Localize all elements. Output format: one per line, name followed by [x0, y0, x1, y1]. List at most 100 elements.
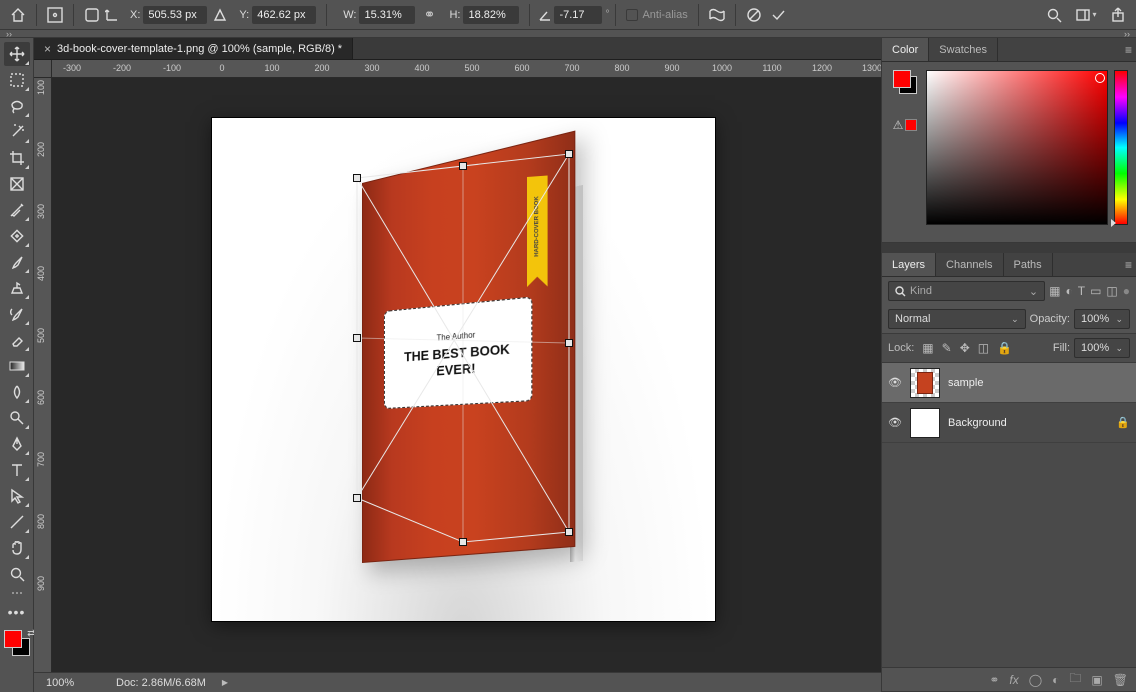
status-menu-icon[interactable]: ▶ — [222, 678, 228, 687]
layer-thumb[interactable] — [910, 368, 940, 398]
y-input[interactable] — [252, 6, 316, 24]
antialias-field[interactable]: Anti-alias — [626, 9, 687, 21]
eraser-tool[interactable] — [4, 328, 30, 352]
frame-tool[interactable] — [4, 172, 30, 196]
foreground-color-swatch[interactable] — [4, 630, 22, 648]
blend-mode-select[interactable]: Normal ⌄ — [888, 309, 1026, 329]
ruler-horizontal[interactable]: -300-200-1000100200300400500600700800900… — [52, 60, 881, 78]
tab-paths[interactable]: Paths — [1004, 253, 1053, 276]
search-icon[interactable] — [1042, 4, 1066, 26]
lock-position-icon[interactable]: ✥ — [960, 341, 970, 355]
tab-swatches[interactable]: Swatches — [929, 38, 998, 61]
layer-row[interactable]: 👁 Background 🔒 — [882, 403, 1136, 443]
smart-filter-icon[interactable]: ◫ — [1106, 284, 1117, 298]
trash-icon[interactable]: 🗑 — [1113, 673, 1128, 687]
tab-channels[interactable]: Channels — [936, 253, 1003, 276]
transform-xy-icon[interactable] — [104, 4, 120, 26]
clone-stamp-tool[interactable] — [4, 276, 30, 300]
new-layer-icon[interactable]: ▣ — [1091, 673, 1102, 687]
share-icon[interactable] — [1106, 4, 1130, 26]
line-tool[interactable] — [4, 510, 30, 534]
color-cursor[interactable] — [1095, 73, 1105, 83]
warp-icon[interactable] — [705, 4, 729, 26]
blur-tool[interactable] — [4, 380, 30, 404]
zoom-tool[interactable] — [4, 562, 30, 586]
canvas[interactable]: HARD-COVER BOOK The Author THE BEST BOOK… — [52, 78, 881, 672]
gradient-tool[interactable] — [4, 354, 30, 378]
home-icon[interactable] — [6, 4, 30, 26]
lock-all-icon[interactable]: 🔒 — [997, 341, 1012, 355]
antialias-checkbox[interactable] — [626, 9, 638, 21]
ruler-vertical[interactable]: 100200300400500600700800900 — [34, 78, 52, 672]
workspace-icon[interactable]: ▾ — [1074, 4, 1098, 26]
brush-tool[interactable] — [4, 250, 30, 274]
angle-icon[interactable] — [536, 4, 554, 26]
lock-paint-icon[interactable]: ✎ — [942, 341, 952, 355]
fill-select[interactable]: 100% ⌄ — [1074, 338, 1130, 358]
transform-origin-icon[interactable] — [43, 4, 67, 26]
type-filter-icon[interactable]: T — [1078, 284, 1085, 298]
delta-icon[interactable] — [211, 4, 229, 26]
adjustment-icon[interactable]: ◐ — [1052, 673, 1059, 687]
cancel-transform-icon[interactable] — [742, 4, 766, 26]
adjust-filter-icon[interactable]: ◐ — [1065, 284, 1072, 298]
panel-menu-icon[interactable]: ≡ — [1125, 43, 1132, 57]
tab-layers[interactable]: Layers — [882, 253, 936, 276]
close-icon[interactable]: × — [44, 42, 51, 56]
layer-name[interactable]: sample — [948, 377, 983, 389]
lock-transparent-icon[interactable]: ▦ — [922, 341, 933, 355]
w-field: W: — [337, 6, 415, 24]
w-input[interactable] — [359, 6, 415, 24]
marquee-tool[interactable] — [4, 68, 30, 92]
fx-icon[interactable]: fx — [1009, 673, 1018, 687]
tab-color[interactable]: Color — [882, 38, 929, 61]
chevron-icon[interactable]: ›› — [6, 29, 12, 39]
pixel-filter-icon[interactable]: ▦ — [1049, 284, 1060, 298]
h-input[interactable] — [463, 6, 519, 24]
filter-toggle-icon[interactable]: ● — [1123, 284, 1130, 298]
lasso-tool[interactable] — [4, 94, 30, 118]
layer-filter-icons[interactable]: ▦ ◐ T ▭ ◫ ● — [1049, 284, 1130, 298]
ruler-origin[interactable] — [34, 60, 52, 78]
foreground-background-swatch[interactable]: ⇄ — [4, 630, 30, 656]
dodge-tool[interactable] — [4, 406, 30, 430]
commit-transform-icon[interactable] — [766, 4, 790, 26]
layer-thumb[interactable] — [910, 408, 940, 438]
magic-wand-tool[interactable] — [4, 120, 30, 144]
opacity-select[interactable]: 100% ⌄ — [1074, 309, 1130, 329]
gamut-warning-icon[interactable]: ⚠ — [893, 118, 918, 132]
angle-input[interactable] — [554, 6, 602, 24]
edit-toolbar-icon[interactable]: ••• — [4, 600, 30, 624]
layer-name[interactable]: Background — [948, 417, 1007, 429]
pen-tool[interactable] — [4, 432, 30, 456]
history-brush-tool[interactable] — [4, 302, 30, 326]
group-icon[interactable]: 🗀 — [1069, 669, 1081, 690]
fg-color[interactable] — [893, 70, 911, 88]
panel-menu-icon[interactable]: ≡ — [1125, 258, 1132, 272]
artboard[interactable]: HARD-COVER BOOK The Author THE BEST BOOK… — [212, 118, 715, 621]
visibility-icon[interactable]: 👁 — [888, 376, 902, 389]
reference-point-icon[interactable] — [80, 4, 104, 26]
document-tab[interactable]: × 3d-book-cover-template-1.png @ 100% (s… — [34, 38, 353, 59]
color-swatch-stack[interactable] — [893, 70, 917, 94]
type-tool[interactable] — [4, 458, 30, 482]
healing-brush-tool[interactable] — [4, 224, 30, 248]
shape-filter-icon[interactable]: ▭ — [1090, 284, 1101, 298]
lock-artboard-icon[interactable]: ◫ — [978, 341, 989, 355]
crop-tool[interactable] — [4, 146, 30, 170]
link-wh-icon[interactable]: ⚭ — [419, 4, 439, 26]
hue-slider[interactable] — [1114, 70, 1128, 225]
color-field[interactable] — [926, 70, 1108, 225]
path-selection-tool[interactable] — [4, 484, 30, 508]
mask-icon[interactable]: ◯ — [1029, 673, 1042, 687]
hand-tool[interactable] — [4, 536, 30, 560]
zoom-value[interactable]: 100% — [40, 677, 100, 689]
layer-filter-kind[interactable]: Kind ⌄ — [888, 281, 1045, 301]
link-layers-icon[interactable]: ⚭ — [989, 673, 999, 687]
visibility-icon[interactable]: 👁 — [888, 416, 902, 429]
eyedropper-tool[interactable] — [4, 198, 30, 222]
layer-row[interactable]: 👁 sample — [882, 363, 1136, 403]
move-tool[interactable] — [4, 42, 30, 66]
x-input[interactable] — [143, 6, 207, 24]
lock-icon[interactable]: 🔒 — [1116, 416, 1130, 429]
